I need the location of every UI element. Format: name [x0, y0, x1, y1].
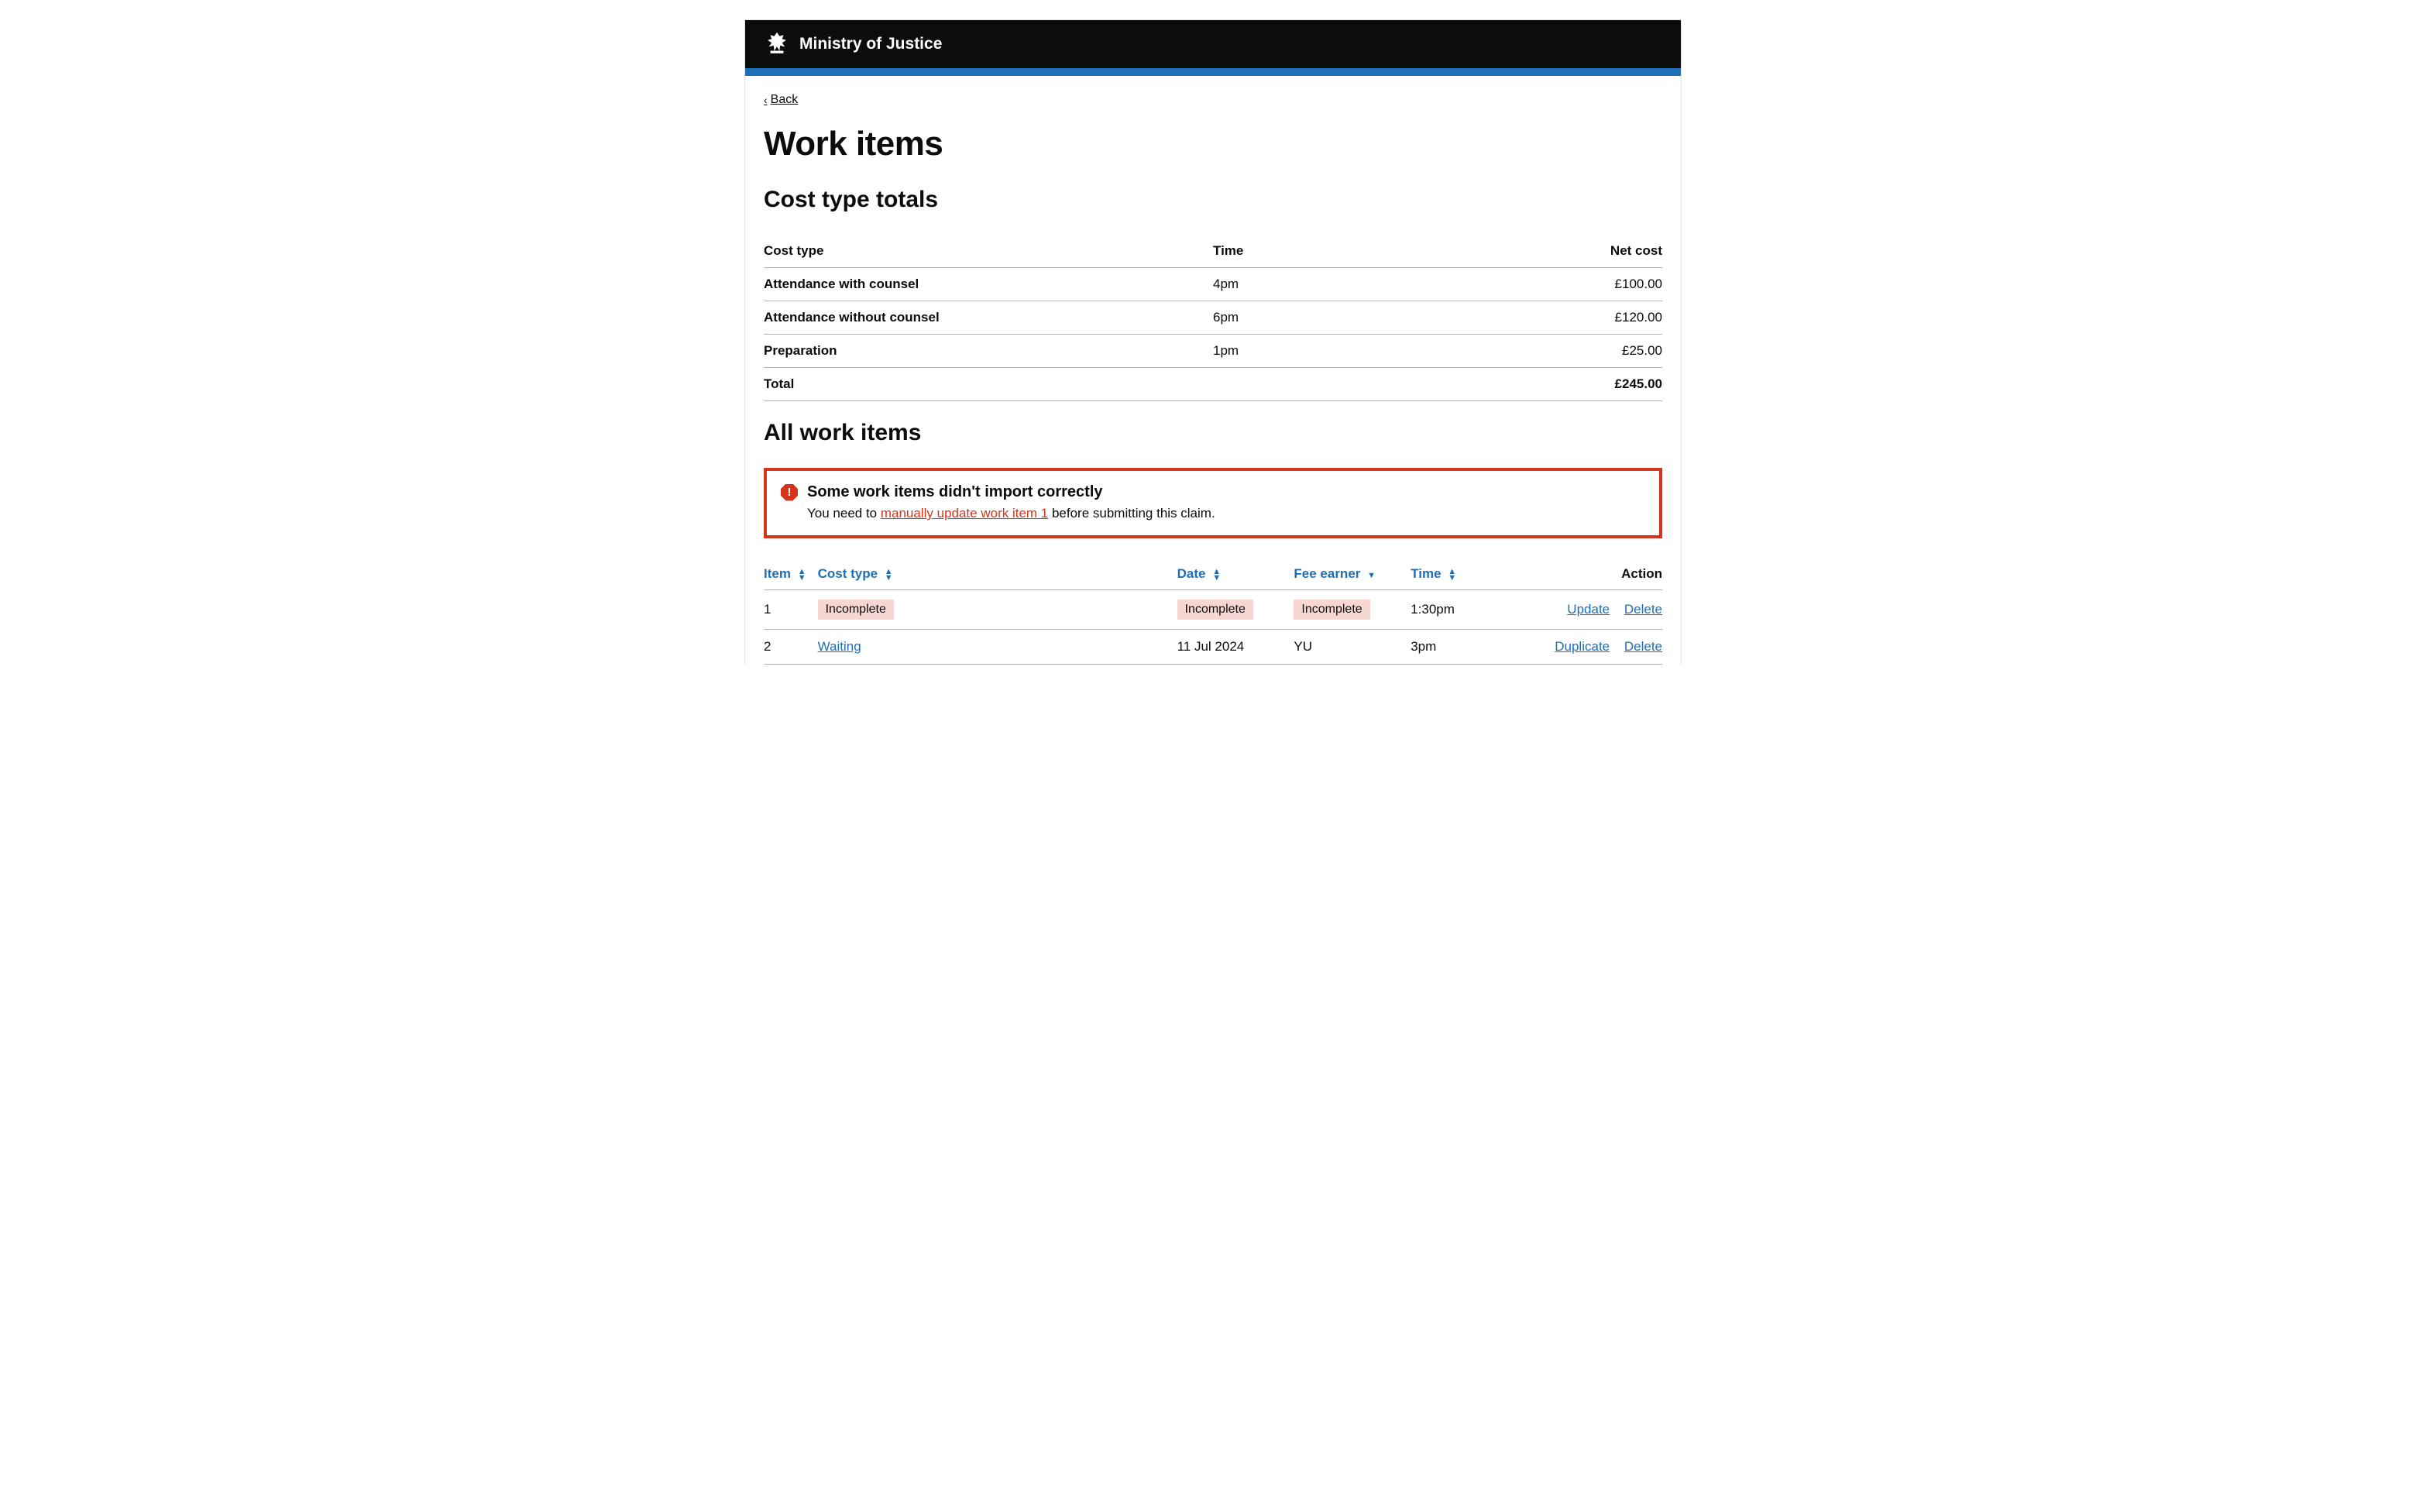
table-row: Attendance with counsel 4pm £100.00 [764, 268, 1662, 301]
fee-cell: YU [1294, 630, 1411, 665]
delete-link[interactable]: Delete [1624, 639, 1662, 654]
sort-fee-earner[interactable]: Fee earner ▼ [1294, 558, 1411, 590]
sort-desc-icon: ▼ [1367, 571, 1376, 580]
alert-body: You need to manually update work item 1 … [807, 506, 1645, 521]
alert-suffix: before submitting this claim. [1048, 506, 1215, 521]
back-label: Back [771, 93, 799, 107]
sort-icon: ▲▼ [885, 569, 893, 581]
update-link[interactable]: Update [1567, 602, 1610, 617]
time-cell: 6pm [1213, 301, 1483, 335]
total-time-cell [1213, 368, 1483, 401]
totals-table: Cost type Time Net cost Attendance with … [764, 235, 1662, 401]
col-net-cost: Net cost [1483, 235, 1662, 268]
cost-type-cell: Waiting [818, 630, 1177, 665]
totals-heading: Cost type totals [764, 187, 1662, 213]
col-ct-label: Cost type [818, 566, 878, 581]
time-cell: 1pm [1213, 335, 1483, 368]
incomplete-tag: Incomplete [818, 600, 894, 620]
incomplete-tag: Incomplete [1177, 600, 1253, 620]
total-row: Total £245.00 [764, 368, 1662, 401]
time-cell: 4pm [1213, 268, 1483, 301]
sort-icon: ▲▼ [798, 569, 806, 581]
sort-time[interactable]: Time ▲▼ [1411, 558, 1518, 590]
net-cell: £25.00 [1483, 335, 1662, 368]
page-title: Work items [764, 125, 1662, 163]
col-cost-type: Cost type [764, 235, 1213, 268]
error-summary: ! Some work items didn't import correctl… [764, 468, 1662, 538]
col-time-label: Time [1411, 566, 1441, 581]
alert-prefix: You need to [807, 506, 881, 521]
app-header: Ministry of Justice [745, 20, 1681, 68]
cost-type-link[interactable]: Waiting [818, 639, 861, 654]
total-net-cell: £245.00 [1483, 368, 1662, 401]
table-row: Preparation 1pm £25.00 [764, 335, 1662, 368]
table-row: 1 Incomplete Incomplete Incomplete 1:30p… [764, 590, 1662, 630]
brand-name: Ministry of Justice [799, 35, 942, 53]
fee-cell: Incomplete [1294, 590, 1411, 630]
incomplete-tag: Incomplete [1294, 600, 1369, 620]
sort-date[interactable]: Date ▲▼ [1177, 558, 1294, 590]
cost-type-cell: Preparation [764, 335, 1213, 368]
sort-cost-type[interactable]: Cost type ▲▼ [818, 558, 1177, 590]
items-heading: All work items [764, 420, 1662, 446]
col-time: Time [1213, 235, 1483, 268]
table-row: Attendance without counsel 6pm £120.00 [764, 301, 1662, 335]
time-cell: 1:30pm [1411, 590, 1518, 630]
net-cell: £100.00 [1483, 268, 1662, 301]
item-number: 2 [764, 630, 818, 665]
col-date-label: Date [1177, 566, 1206, 581]
sort-icon: ▲▼ [1448, 569, 1456, 581]
total-label: Total [764, 368, 1213, 401]
warning-icon: ! [781, 484, 798, 501]
delete-link[interactable]: Delete [1624, 602, 1662, 617]
net-cell: £120.00 [1483, 301, 1662, 335]
alert-title: Some work items didn't import correctly [807, 483, 1103, 501]
date-cell: 11 Jul 2024 [1177, 630, 1294, 665]
actions-cell: Duplicate Delete [1518, 630, 1662, 665]
sort-icon: ▲▼ [1212, 569, 1221, 581]
chevron-left-icon: ‹ [764, 94, 768, 106]
item-number: 1 [764, 590, 818, 630]
duplicate-link[interactable]: Duplicate [1555, 639, 1610, 654]
time-cell: 3pm [1411, 630, 1518, 665]
items-table: Item ▲▼ Cost type ▲▼ Date ▲▼ Fee earne [764, 558, 1662, 665]
col-item-label: Item [764, 566, 791, 581]
cost-type-cell: Attendance with counsel [764, 268, 1213, 301]
back-link[interactable]: ‹ Back [764, 93, 798, 107]
date-cell: Incomplete [1177, 590, 1294, 630]
crest-icon [764, 31, 790, 57]
actions-cell: Update Delete [1518, 590, 1662, 630]
accent-bar [745, 68, 1681, 76]
col-fee-label: Fee earner [1294, 566, 1360, 581]
cost-type-cell: Incomplete [818, 590, 1177, 630]
sort-item[interactable]: Item ▲▼ [764, 558, 818, 590]
cost-type-cell: Attendance without counsel [764, 301, 1213, 335]
col-action: Action [1518, 558, 1662, 590]
table-row: 2 Waiting 11 Jul 2024 YU 3pm Duplicate D… [764, 630, 1662, 665]
alert-link[interactable]: manually update work item 1 [881, 506, 1048, 521]
